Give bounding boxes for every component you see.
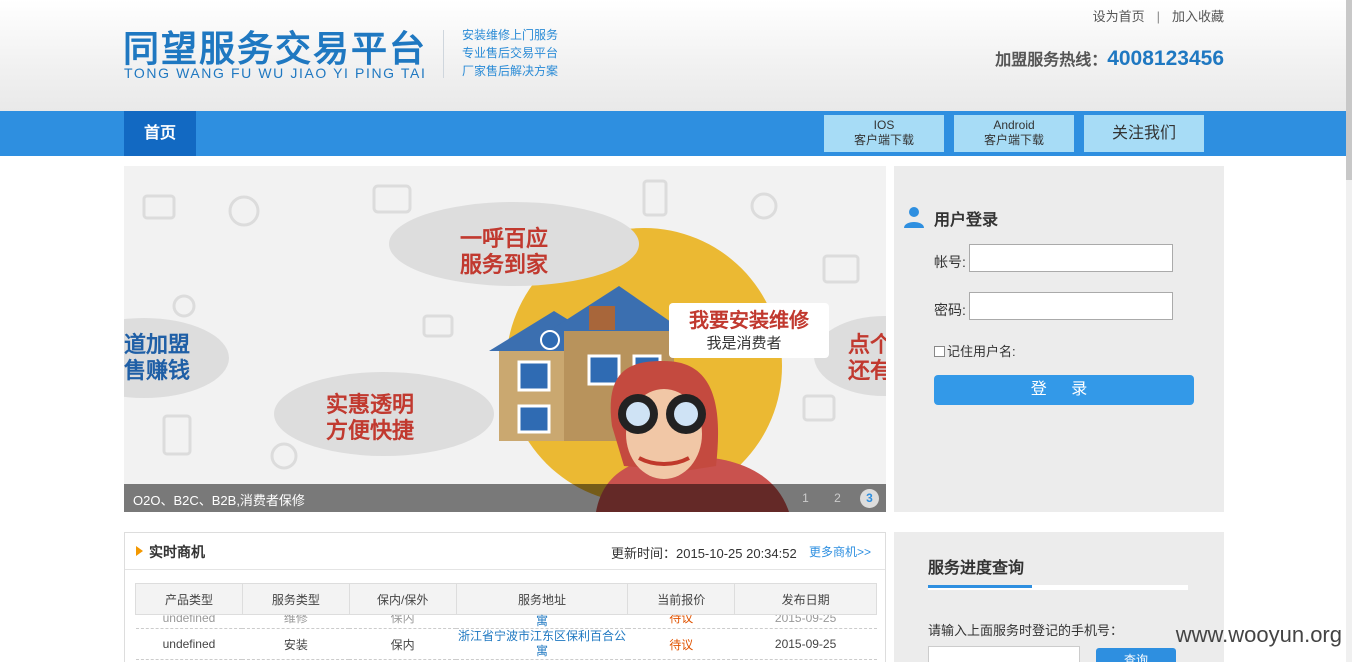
column-header: 服务地址 — [455, 583, 629, 615]
bubble-right-line1: 点个 — [848, 332, 886, 357]
page-scrollbar[interactable] — [1346, 0, 1352, 662]
slogan-item: 安装维修上门服务 — [462, 28, 559, 42]
column-header: 产品类型 — [135, 583, 243, 615]
bubble-right-line2: 还有 — [847, 358, 886, 383]
password-label: 密码: — [934, 302, 966, 318]
login-title: 用户登录 — [934, 212, 999, 229]
opportunities-panel: 实时商机 更新时间：2015-10-25 20:34:52 更多商机>> 产品类… — [124, 532, 886, 662]
cell-date: 2015-09-25 — [734, 614, 877, 629]
remember-checkbox[interactable] — [934, 346, 945, 357]
bubble-bottom-line2: 方便快捷 — [326, 418, 415, 443]
watermark: www.wooyun.org — [1175, 622, 1342, 647]
link-separator: | — [1156, 9, 1160, 24]
sign-line2: 我是消费者 — [706, 335, 781, 352]
cell-price: 待议 — [627, 628, 735, 660]
set-homepage-link[interactable]: 设为首页 — [1093, 6, 1145, 25]
title-underline — [928, 585, 1188, 590]
section-arrow-icon — [136, 546, 143, 556]
banner-caption-bar: O2O、B2C、B2B,消费者保修 1 2 3 — [124, 484, 886, 512]
query-button[interactable]: 查询 — [1096, 648, 1176, 662]
bubble-top-line2: 服务到家 — [460, 252, 549, 277]
hotline-label: 加盟服务热线： — [995, 52, 1108, 69]
column-header: 服务类型 — [241, 583, 350, 615]
bubble-top-line1: 一呼百应 — [460, 226, 548, 251]
title-underline-accent — [928, 585, 1032, 588]
remember-username[interactable]: 记住用户名: — [934, 341, 1016, 360]
phone-hint: 请输入上面服务时登记的手机号： — [928, 623, 1124, 638]
cell-price: 待议 — [627, 614, 735, 629]
slogan-item: 厂家售后解决方案 — [462, 64, 559, 78]
cell-address[interactable]: 寓 — [456, 614, 628, 629]
opportunities-table: 产品类型 服务类型 保内/保外 服务地址 当前报价 发布日期 undefined… — [135, 583, 877, 660]
top-links: 设为首页 | 加入收藏 — [1093, 6, 1224, 25]
divider — [125, 569, 885, 570]
android-download-subtitle: 客户端下载 — [983, 133, 1044, 147]
follow-us-button[interactable]: 关注我们 — [1084, 115, 1204, 152]
account-label: 帐号: — [934, 254, 966, 270]
cell-warranty: 保内 — [349, 628, 457, 660]
column-header: 发布日期 — [734, 583, 877, 615]
table-header-row: 产品类型 服务类型 保内/保外 服务地址 当前报价 发布日期 — [135, 583, 877, 615]
sign-line1: 我要安装维修 — [689, 308, 810, 332]
service-progress-title: 服务进度查询 — [928, 560, 1025, 577]
column-header: 保内/保外 — [348, 583, 457, 615]
table-row-partial[interactable]: undefined 维修 保内 寓 待议 2015-09-25 — [135, 614, 877, 629]
cell-product: undefined — [135, 614, 243, 629]
cell-service: 安装 — [242, 628, 350, 660]
cell-service: 维修 — [242, 614, 350, 629]
banner-illustration: 一呼百应 服务到家 道加盟 售赚钱 实惠透明 方便快捷 我要安装维修 我是消费者… — [124, 179, 886, 512]
cell-date: 2015-09-25 — [734, 628, 877, 660]
slogan-list: 安装维修上门服务 专业售后交易平台 厂家售后解决方案 — [462, 26, 558, 80]
carousel-dot-3[interactable]: 3 — [860, 489, 879, 508]
opportunities-title: 实时商机 — [149, 544, 205, 560]
nav-home[interactable]: 首页 — [124, 111, 196, 156]
address-line: 浙江省宁波市江东区保利百合公 — [457, 629, 626, 643]
cell-address[interactable]: 浙江省宁波市江东区保利百合公 寓 — [456, 628, 628, 660]
hotline-number: 4008123456 — [1107, 47, 1224, 70]
banner-caption: O2O、B2C、B2B,消费者保修 — [133, 493, 305, 508]
more-opportunities-link[interactable]: 更多商机>> — [809, 543, 871, 560]
bubble-bottom-line1: 实惠透明 — [326, 392, 414, 417]
phone-input[interactable] — [928, 646, 1080, 662]
remember-label: 记住用户名: — [947, 344, 1016, 359]
login-panel: 用户登录 帐号: 密码: 记住用户名: 登 录 — [894, 166, 1224, 512]
android-download-button[interactable]: Android 客户端下载 — [954, 115, 1074, 152]
cell-warranty: 保内 — [349, 614, 457, 629]
bubble-left-line1: 道加盟 — [124, 332, 190, 357]
slogan-item: 专业售后交易平台 — [462, 46, 559, 60]
user-icon — [904, 207, 924, 228]
bubble-left-line2: 售赚钱 — [124, 358, 190, 383]
add-favorite-link[interactable]: 加入收藏 — [1172, 6, 1224, 25]
hotline: 加盟服务热线：4008123456 — [995, 46, 1224, 71]
account-input[interactable] — [969, 244, 1173, 272]
logo-divider — [443, 30, 444, 78]
ios-download-button[interactable]: IOS 客户端下载 — [824, 115, 944, 152]
login-button[interactable]: 登 录 — [934, 375, 1194, 405]
column-header: 当前报价 — [627, 583, 736, 615]
main-nav: 首页 IOS 客户端下载 Android 客户端下载 关注我们 — [0, 111, 1352, 156]
scrollbar-thumb[interactable] — [1346, 0, 1352, 180]
carousel-dot-2[interactable]: 2 — [828, 489, 847, 508]
ios-download-subtitle: 客户端下载 — [853, 133, 914, 147]
service-progress-panel: 服务进度查询 请输入上面服务时登记的手机号： 查询 — [894, 532, 1224, 662]
table-row[interactable]: undefined 安装 保内 浙江省宁波市江东区保利百合公 寓 待议 2015… — [135, 628, 877, 660]
site-header: 同望服务交易平台 TONG WANG FU WU JIAO YI PING TA… — [0, 0, 1352, 111]
update-time: 更新时间：2015-10-25 20:34:52 — [611, 546, 797, 561]
password-input[interactable] — [969, 292, 1173, 320]
android-download-title: Android — [993, 118, 1035, 132]
address-line: 寓 — [535, 644, 548, 658]
carousel-dot-1[interactable]: 1 — [796, 489, 815, 508]
hero-banner[interactable]: 一呼百应 服务到家 道加盟 售赚钱 实惠透明 方便快捷 我要安装维修 我是消费者… — [124, 166, 886, 512]
site-logo-pinyin: TONG WANG FU WU JIAO YI PING TAI — [124, 65, 427, 81]
ios-download-title: IOS — [873, 118, 895, 132]
cell-product: undefined — [135, 628, 243, 660]
